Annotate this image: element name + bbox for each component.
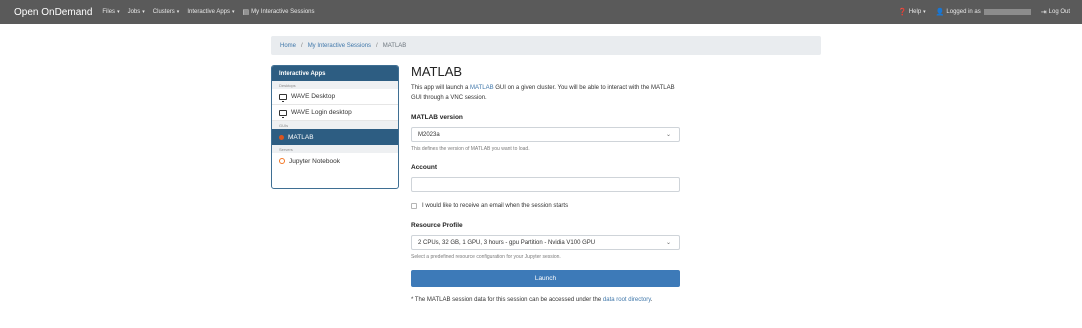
logged-in-label: Logged in as [946, 9, 981, 15]
account-input[interactable] [411, 177, 680, 192]
my-sessions-link[interactable]: ▤ My Interactive Sessions [243, 8, 315, 16]
note-text: * The MATLAB session data for this sessi… [411, 297, 603, 303]
sidebar-item-label: WAVE Login desktop [291, 109, 352, 116]
launch-button[interactable]: Launch [411, 270, 680, 287]
matlab-icon [279, 134, 284, 140]
sidebar-item-label: MATLAB [288, 133, 314, 141]
help-icon: ❓ [898, 9, 907, 16]
chevron-down-icon: ⌄ [665, 240, 671, 246]
resource-profile-value: 2 CPUs, 32 GB, 1 GPU, 3 hours - gpu Part… [418, 239, 596, 246]
breadcrumb-current: MATLAB [382, 42, 407, 49]
jobs-menu[interactable]: Jobs ▾ [128, 9, 145, 15]
matlab-version-select[interactable]: M2023a ⌄ [411, 127, 680, 142]
jupyter-icon [279, 158, 285, 164]
email-checkbox-row: I would like to receive an email when th… [411, 203, 568, 209]
chevron-down-icon: ⌄ [665, 132, 671, 138]
matlab-link[interactable]: MATLAB [470, 85, 494, 91]
breadcrumb: Home / My Interactive Sessions / MATLAB [271, 36, 821, 55]
account-label: Account [411, 164, 437, 171]
logged-in-user: 👤 Logged in as [936, 8, 1031, 16]
caret-down-icon: ▾ [232, 9, 235, 15]
sidebar-category-desktops: Desktops [272, 81, 398, 89]
sidebar-category-servers: Servers [272, 145, 398, 153]
breadcrumb-separator: / [301, 42, 303, 49]
sidebar-item-jupyter-notebook[interactable]: Jupyter Notebook [272, 153, 398, 169]
brand-link[interactable]: Open OnDemand [14, 7, 92, 18]
sidebar-item-wave-desktop[interactable]: WAVE Desktop [272, 89, 398, 105]
redacted-username [983, 9, 1031, 15]
breadcrumb-sessions[interactable]: My Interactive Sessions [308, 43, 371, 49]
clusters-menu-label: Clusters [152, 9, 175, 15]
email-checkbox-label[interactable]: I would like to receive an email when th… [422, 203, 568, 209]
data-root-directory-link[interactable]: data root directory [603, 297, 651, 303]
navbar-right: ❓ Help ▾ 👤 Logged in as ⇥ Log Out [888, 0, 1070, 24]
files-menu[interactable]: Files ▾ [102, 9, 119, 15]
logout-link[interactable]: ⇥ Log Out [1041, 8, 1070, 16]
sidebar-item-matlab[interactable]: MATLAB [272, 129, 398, 145]
help-label: Help [908, 9, 922, 15]
email-checkbox[interactable] [411, 203, 417, 209]
logout-label: Log Out [1048, 9, 1070, 15]
sidebar-item-wave-login-desktop[interactable]: WAVE Login desktop [272, 105, 398, 121]
jobs-menu-label: Jobs [127, 9, 141, 15]
clusters-menu[interactable]: Clusters ▾ [153, 9, 180, 15]
breadcrumb-separator: / [376, 42, 378, 49]
breadcrumb-home[interactable]: Home [280, 43, 296, 49]
resource-profile-select[interactable]: 2 CPUs, 32 GB, 1 GPU, 3 hours - gpu Part… [411, 235, 680, 250]
sidebar-item-label: WAVE Desktop [291, 93, 336, 100]
caret-down-icon: ▾ [923, 9, 926, 15]
user-icon: 👤 [935, 9, 945, 16]
monitor-icon [279, 93, 287, 102]
description-text: This app will launch a [411, 85, 471, 91]
help-menu[interactable]: ❓ Help ▾ [898, 8, 926, 16]
sidebar-item-label: Jupyter Notebook [289, 157, 340, 165]
sidebar-category-guis: GUIs [272, 121, 398, 129]
sidebar-header: Interactive Apps [272, 66, 398, 81]
interactive-apps-menu[interactable]: Interactive Apps ▾ [187, 9, 234, 15]
matlab-version-value: M2023a [418, 131, 440, 138]
caret-down-icon: ▾ [117, 9, 120, 15]
session-data-note: * The MATLAB session data for this sessi… [411, 295, 676, 305]
resource-profile-help: Select a predefined resource configurati… [411, 254, 561, 260]
resource-profile-label: Resource Profile [411, 222, 463, 229]
my-sessions-label: My Interactive Sessions [251, 9, 315, 15]
app-description: This app will launch a MATLAB GUI on a g… [411, 83, 686, 103]
monitor-icon [279, 109, 287, 118]
sessions-icon: ▤ [242, 9, 250, 16]
caret-down-icon: ▾ [176, 9, 180, 15]
caret-down-icon: ▾ [142, 9, 145, 15]
interactive-apps-sidebar: Interactive Apps Desktops WAVE Desktop W… [271, 65, 399, 189]
matlab-version-help: This defines the version of MATLAB you w… [411, 146, 530, 152]
note-text: . [650, 297, 653, 303]
matlab-version-label: MATLAB version [411, 114, 463, 121]
files-menu-label: Files [102, 9, 116, 15]
top-navbar: Open OnDemand Files ▾ Jobs ▾ Clusters ▾ Int… [0, 0, 1082, 24]
logout-icon: ⇥ [1040, 9, 1047, 16]
page-title: MATLAB [411, 64, 463, 79]
interactive-apps-menu-label: Interactive Apps [187, 9, 231, 15]
